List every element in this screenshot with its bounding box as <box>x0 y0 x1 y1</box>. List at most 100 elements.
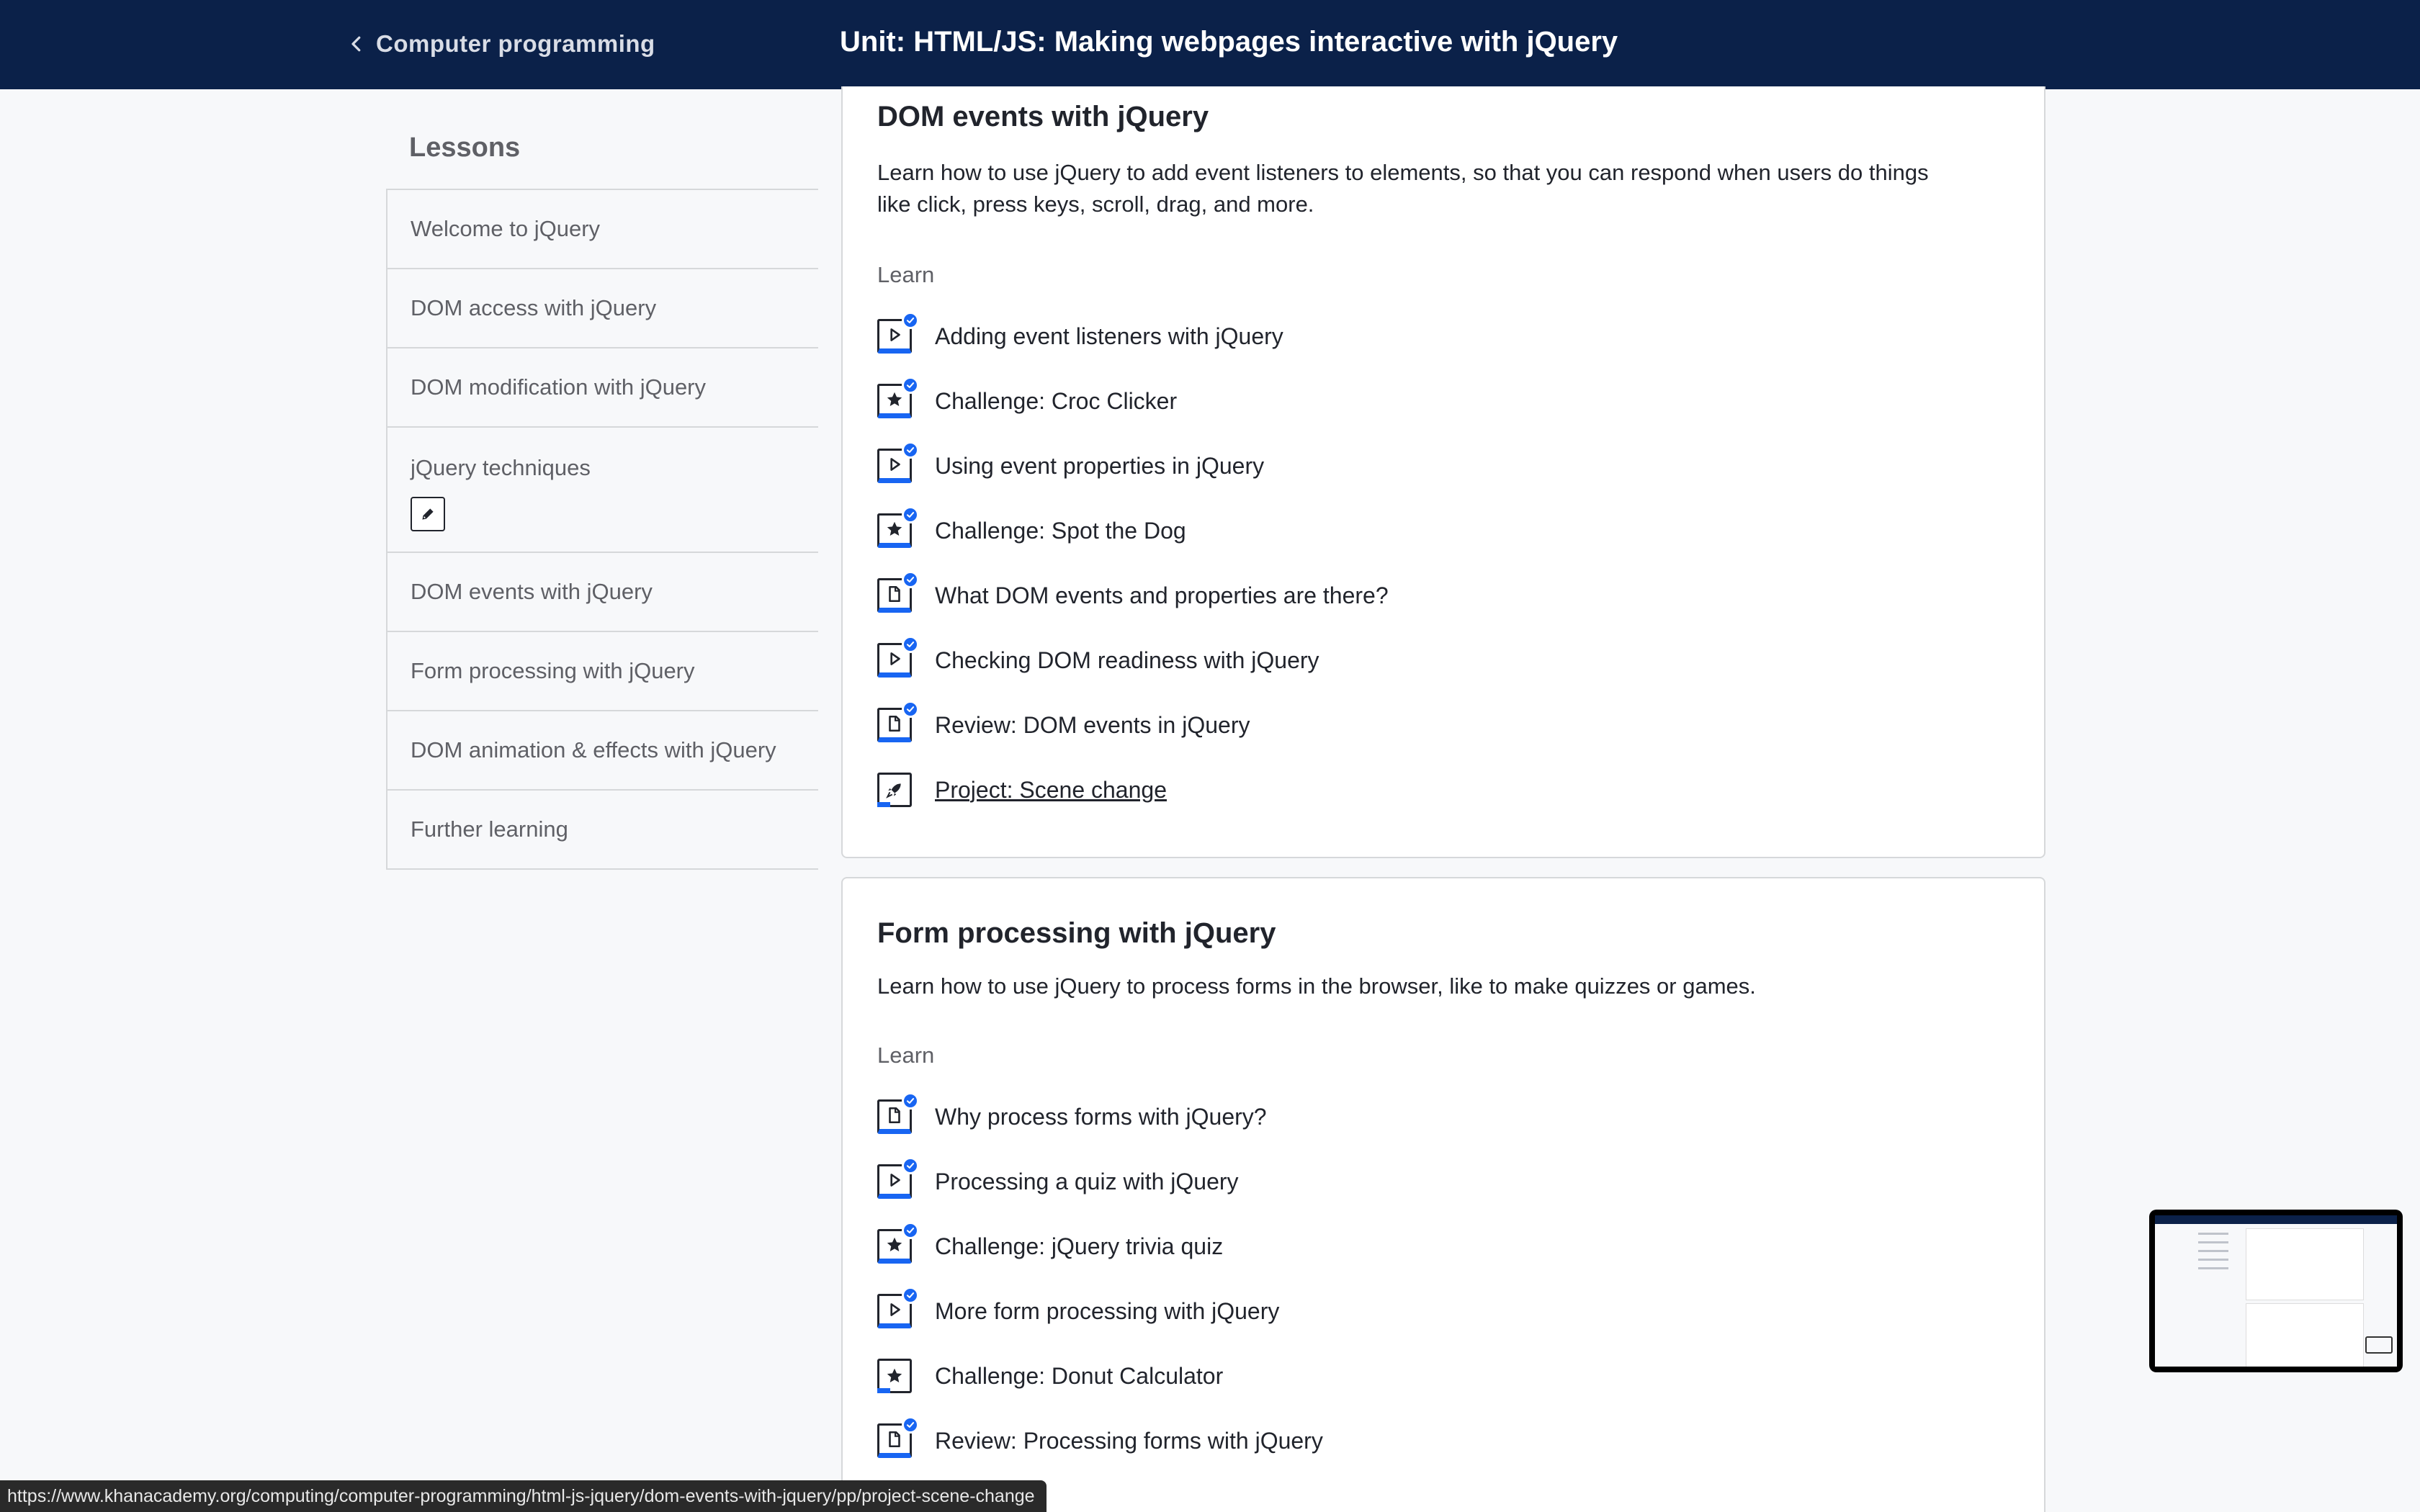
thumbnail-card <box>2246 1228 2364 1300</box>
screenshot-thumbnail[interactable] <box>2149 1210 2403 1372</box>
sidebar-item-dom-animation[interactable]: DOM animation & effects with jQuery <box>387 711 818 791</box>
checkmark-icon <box>902 377 919 394</box>
content-item-label[interactable]: Review: Processing forms with jQuery <box>935 1428 1323 1454</box>
sidebar-item-label: Welcome to jQuery <box>411 216 601 241</box>
lesson-card-dom-events: DOM events with jQuery Learn how to use … <box>841 86 2045 858</box>
sidebar-item-label: DOM modification with jQuery <box>411 374 707 400</box>
thumbnail-line <box>2198 1233 2228 1235</box>
lesson-items: Adding event listeners with jQuery Challe… <box>877 304 1389 822</box>
sidebar-item-label: Further learning <box>411 816 568 842</box>
video-icon <box>877 636 919 678</box>
lessons-heading: Lessons <box>409 132 521 163</box>
sidebar-item-dom-modification[interactable]: DOM modification with jQuery <box>387 348 818 428</box>
lesson-card-form-processing: Form processing with jQuery Learn how to… <box>841 877 2045 1512</box>
link-preview-status-bar: https://www.khanacademy.org/computing/co… <box>0 1480 1047 1512</box>
checkmark-icon <box>902 312 919 329</box>
content-item-label[interactable]: Challenge: Croc Clicker <box>935 388 1177 415</box>
checkmark-icon <box>902 1416 919 1434</box>
star-icon <box>877 1222 919 1264</box>
sidebar-item-label: Form processing with jQuery <box>411 658 695 683</box>
content-item[interactable]: Challenge: jQuery trivia quiz <box>877 1214 1323 1279</box>
video-icon <box>877 1287 919 1328</box>
content-item[interactable]: Challenge: Spot the Dog <box>877 498 1389 563</box>
content-item-label[interactable]: Adding event listeners with jQuery <box>935 323 1283 350</box>
lessons-list: Welcome to jQuery DOM access with jQuery… <box>386 189 818 870</box>
thumbnail-frame <box>2365 1336 2393 1354</box>
content-item[interactable]: Challenge: Donut Calculator <box>877 1344 1323 1408</box>
sidebar-item-further-learning[interactable]: Further learning <box>387 791 818 870</box>
video-icon <box>877 1157 919 1199</box>
content-item-label[interactable]: Challenge: Donut Calculator <box>935 1363 1223 1390</box>
lesson-items: Why process forms with jQuery? Processing… <box>877 1084 1323 1512</box>
learn-label: Learn <box>877 262 935 287</box>
thumbnail-preview <box>2155 1215 2397 1367</box>
unit-title: Unit: HTML/JS: Making webpages interacti… <box>840 26 1618 58</box>
content-item[interactable]: Processing a quiz with jQuery <box>877 1149 1323 1214</box>
content-item-label[interactable]: Review: DOM events in jQuery <box>935 712 1250 739</box>
video-icon <box>877 312 919 354</box>
article-icon <box>877 1092 919 1134</box>
content-item[interactable]: Checking DOM readiness with jQuery <box>877 628 1389 693</box>
content-item-label[interactable]: Challenge: jQuery trivia quiz <box>935 1233 1223 1260</box>
content-item-label[interactable]: More form processing with jQuery <box>935 1298 1279 1325</box>
content-item-label[interactable]: Challenge: Spot the Dog <box>935 518 1186 544</box>
content-item[interactable]: What DOM events and properties are there… <box>877 563 1389 628</box>
checkmark-icon <box>902 441 919 459</box>
lesson-description: Learn how to use jQuery to process forms… <box>877 973 1756 999</box>
sidebar-item-label: DOM events with jQuery <box>411 579 653 604</box>
star-icon <box>877 377 919 418</box>
sidebar-item-dom-access[interactable]: DOM access with jQuery <box>387 269 818 348</box>
learn-label: Learn <box>877 1043 935 1068</box>
lesson-title[interactable]: Form processing with jQuery <box>877 917 1276 950</box>
content-item[interactable]: Why process forms with jQuery? <box>877 1084 1323 1149</box>
pencil-icon[interactable] <box>411 497 445 531</box>
content-item[interactable]: Using event properties in jQuery <box>877 433 1389 498</box>
back-link-label: Computer programming <box>376 30 655 57</box>
checkmark-icon <box>902 636 919 653</box>
sidebar-item-label: DOM access with jQuery <box>411 295 657 320</box>
content-item[interactable]: More form processing with jQuery <box>877 1279 1323 1344</box>
thumbnail-line <box>2198 1259 2228 1261</box>
thumbnail-card <box>2246 1303 2364 1367</box>
rocket-icon <box>877 773 912 807</box>
content-item-label[interactable]: Using event properties in jQuery <box>935 453 1264 480</box>
checkmark-icon <box>902 571 919 588</box>
article-icon <box>877 1416 919 1458</box>
checkmark-icon <box>902 1287 919 1304</box>
checkmark-icon <box>902 1222 919 1239</box>
lesson-description: Learn how to use jQuery to add event lis… <box>877 160 1929 217</box>
content-item-label[interactable]: What DOM events and properties are there… <box>935 582 1389 609</box>
checkmark-icon <box>902 1157 919 1174</box>
sidebar-item-form-processing[interactable]: Form processing with jQuery <box>387 632 818 711</box>
lesson-title[interactable]: DOM events with jQuery <box>877 101 1209 133</box>
sidebar-item-label: jQuery techniques <box>411 455 591 480</box>
content-item-label[interactable]: Project: Scene change <box>935 777 1167 804</box>
checkmark-icon <box>902 1092 919 1110</box>
star-icon <box>877 1359 912 1393</box>
content-item[interactable]: Project: Scene change <box>877 757 1389 822</box>
top-navigation-bar: Computer programming Unit: HTML/JS: Maki… <box>0 0 2420 89</box>
content-item[interactable]: Review: Processing forms with jQuery <box>877 1408 1323 1473</box>
content-item[interactable]: Adding event listeners with jQuery <box>877 304 1389 369</box>
content-item-label[interactable]: Processing a quiz with jQuery <box>935 1169 1239 1195</box>
thumbnail-line <box>2198 1267 2228 1269</box>
checkmark-icon <box>902 506 919 523</box>
article-icon <box>877 701 919 742</box>
back-to-course-link[interactable]: Computer programming <box>346 27 655 60</box>
content-item[interactable]: Challenge: Croc Clicker <box>877 369 1389 433</box>
sidebar-item-jquery-techniques[interactable]: jQuery techniques <box>387 428 818 553</box>
thumbnail-header <box>2155 1215 2397 1224</box>
content-item[interactable]: Review: DOM events in jQuery <box>877 693 1389 757</box>
content-item-label[interactable]: Why process forms with jQuery? <box>935 1104 1267 1130</box>
thumbnail-line <box>2198 1250 2228 1252</box>
thumbnail-line <box>2198 1241 2228 1243</box>
sidebar-item-welcome[interactable]: Welcome to jQuery <box>387 190 818 269</box>
sidebar-item-dom-events[interactable]: DOM events with jQuery <box>387 553 818 632</box>
chevron-left-icon <box>351 36 361 52</box>
sidebar-item-label: DOM animation & effects with jQuery <box>411 737 776 762</box>
checkmark-icon <box>902 701 919 718</box>
star-icon <box>877 506 919 548</box>
video-icon <box>877 441 919 483</box>
content-item-label[interactable]: Checking DOM readiness with jQuery <box>935 647 1319 674</box>
article-icon <box>877 571 919 613</box>
